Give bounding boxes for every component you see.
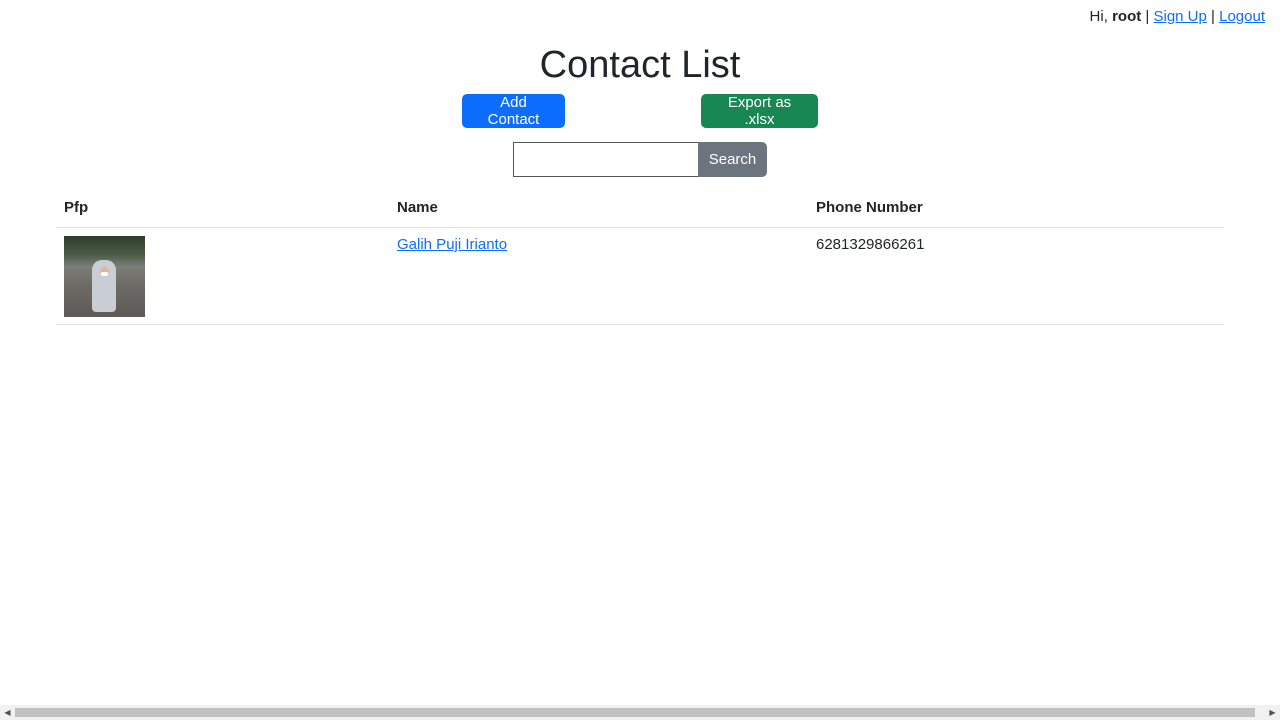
column-header-phone: Phone Number [808,188,1224,228]
scroll-right-icon[interactable]: ▶ [1265,705,1280,720]
add-contact-button[interactable]: Add Contact [462,94,565,128]
column-header-name: Name [389,188,808,228]
search-form: Search [513,142,767,177]
horizontal-scrollbar[interactable]: ◀ ▶ [0,705,1280,720]
table-header-row: Pfp Name Phone Number [56,188,1224,228]
column-header-pfp: Pfp [56,188,389,228]
person-mask [101,272,108,276]
pfp-cell [56,227,389,325]
separator: | [1145,8,1150,25]
username: root [1112,8,1142,25]
page: Hi, root | Sign Up | Logout Contact List… [0,0,1280,720]
name-cell: Galih Puji Irianto [389,227,808,325]
separator: | [1211,8,1215,25]
profile-photo [64,236,145,317]
table-row: Galih Puji Irianto 6281329866261 [56,227,1224,325]
contacts-table: Pfp Name Phone Number Galih Puji Irianto… [56,188,1224,325]
export-xlsx-button[interactable]: Export as .xlsx [701,94,818,128]
search-button[interactable]: Search [698,142,767,177]
user-bar: Hi, root | Sign Up | Logout [1090,8,1265,26]
contact-name-link[interactable]: Galih Puji Irianto [397,236,507,253]
scroll-left-icon[interactable]: ◀ [0,705,15,720]
logout-link[interactable]: Logout [1219,8,1265,25]
scrollbar-thumb[interactable] [15,708,1255,717]
phone-cell: 6281329866261 [808,227,1224,325]
page-title: Contact List [539,44,741,86]
search-input[interactable] [513,142,698,177]
signup-link[interactable]: Sign Up [1153,8,1206,25]
greeting-text: Hi, [1089,8,1108,25]
